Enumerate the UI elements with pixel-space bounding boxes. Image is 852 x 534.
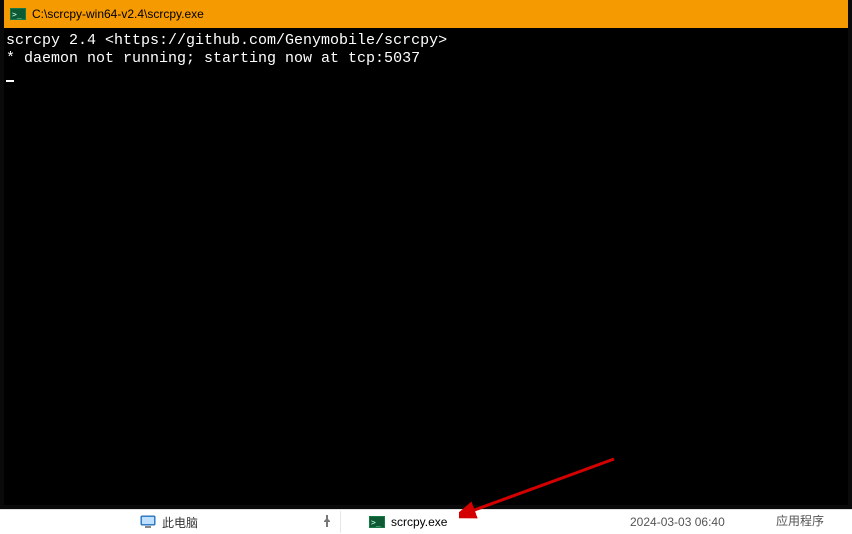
console-line: scrcpy 2.4 <https://github.com/Genymobil…: [6, 32, 447, 49]
file-name-label: scrcpy.exe: [391, 515, 447, 529]
nav-this-pc-label: 此电脑: [162, 514, 198, 531]
file-date-label: 2024-03-03 06:40: [630, 515, 725, 529]
window-titlebar[interactable]: >_ C:\scrcpy-win64-v2.4\scrcpy.exe: [4, 0, 848, 28]
computer-icon: [140, 515, 156, 529]
svg-text:>_: >_: [371, 518, 381, 527]
svg-text:>_: >_: [12, 10, 22, 19]
console-output[interactable]: scrcpy 2.4 <https://github.com/Genymobil…: [4, 28, 848, 505]
terminal-icon: >_: [369, 515, 385, 529]
nav-this-pc[interactable]: 此电脑: [0, 510, 340, 534]
console-line: * daemon not running; starting now at tc…: [6, 50, 420, 67]
explorer-row: 此电脑 >_ scrcpy.exe 2024-03-03 06:40 应用程序: [0, 509, 852, 534]
text-cursor: [6, 80, 14, 82]
terminal-icon: >_: [10, 7, 26, 21]
pin-icon[interactable]: [322, 515, 332, 530]
window-title: C:\scrcpy-win64-v2.4\scrcpy.exe: [32, 7, 204, 21]
console-window: >_ C:\scrcpy-win64-v2.4\scrcpy.exe scrcp…: [0, 0, 852, 509]
file-type-label: 应用程序: [776, 512, 824, 529]
